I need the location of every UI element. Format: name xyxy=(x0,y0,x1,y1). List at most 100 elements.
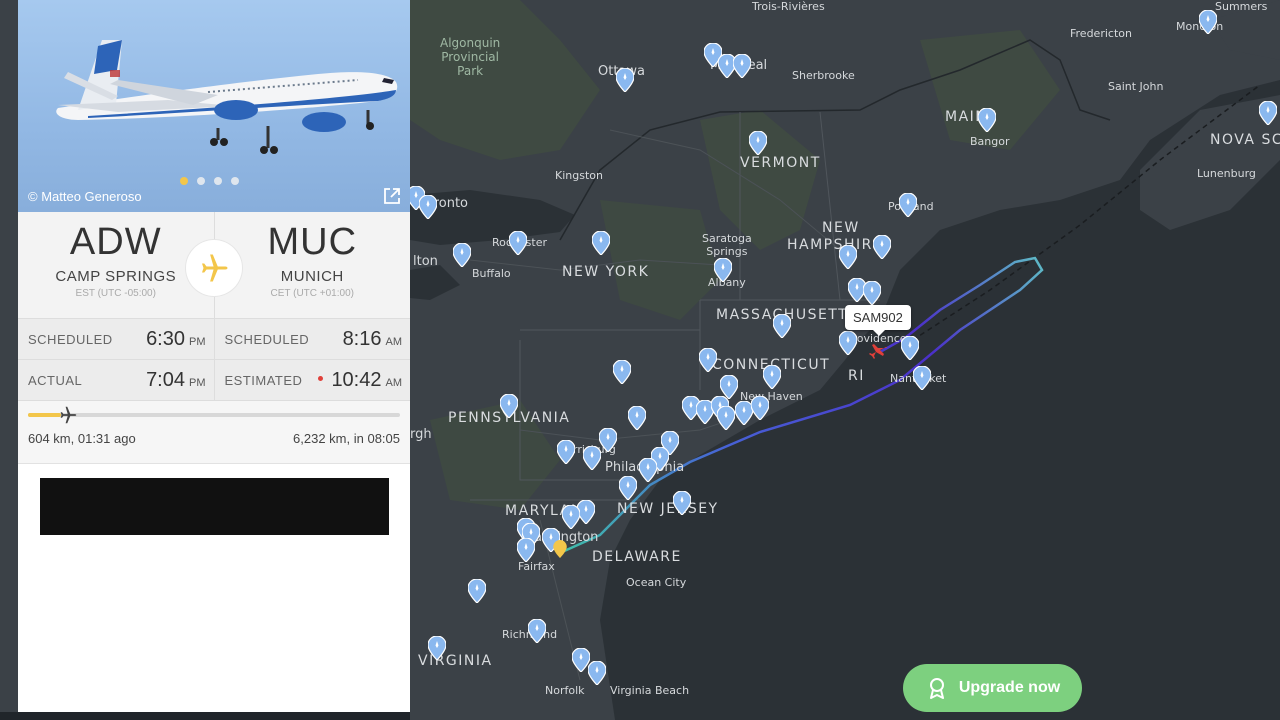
location-pin-icon[interactable] xyxy=(751,396,769,420)
carousel-dot-4[interactable] xyxy=(231,177,239,185)
map-label-lunenburg: Lunenburg xyxy=(1197,167,1256,180)
departure-scheduled-time: 6:30 xyxy=(146,327,185,350)
photo-carousel-dots[interactable] xyxy=(180,177,239,185)
map-label-norfolk: Norfolk xyxy=(545,684,585,697)
flight-times: SCHEDULED 6:30 PM SCHEDULED 8:16 AM ACTUAL… xyxy=(18,319,410,401)
location-pin-icon[interactable] xyxy=(428,636,446,660)
location-pin-icon[interactable] xyxy=(613,360,631,384)
upgrade-label: Upgrade now xyxy=(958,679,1061,696)
location-pin-icon[interactable] xyxy=(901,336,919,360)
upgrade-button[interactable]: Upgrade now xyxy=(903,664,1082,712)
route-summary: ADW CAMP SPRINGS EST (UTC -05:00) MUC MU… xyxy=(18,212,410,319)
map-label-virginia-beach: Virginia Beach xyxy=(610,684,690,697)
map-label-ri: RI xyxy=(848,368,865,384)
location-pin-icon[interactable] xyxy=(517,538,535,562)
location-pin-icon[interactable] xyxy=(509,231,527,255)
location-pin-icon[interactable] xyxy=(419,195,437,219)
flight-progress: 604 km, 01:31 ago 6,232 km, in 08:05 xyxy=(18,401,410,464)
departure-actual-ampm: PM xyxy=(189,376,206,389)
route-plane-badge xyxy=(186,240,242,296)
origin-code: ADW xyxy=(69,221,162,263)
map-label-new-jersey: NEW JERSEY xyxy=(617,501,719,517)
location-pin-icon[interactable] xyxy=(500,394,518,418)
location-pin-icon[interactable] xyxy=(899,193,917,217)
progress-plane-icon xyxy=(61,406,77,424)
map-label-algonquin: Algonquin Provincial Park xyxy=(440,36,501,78)
award-icon xyxy=(929,678,944,699)
arrival-scheduled-ampm: AM xyxy=(385,335,403,348)
location-pin-icon[interactable] xyxy=(453,243,471,267)
location-pin-icon[interactable] xyxy=(978,108,996,132)
location-pin-icon[interactable] xyxy=(528,619,546,643)
map-label-kingston: Kingston xyxy=(555,169,603,182)
arrival-estimated: ESTIMATED 10:42 AM xyxy=(213,360,410,400)
share-icon[interactable] xyxy=(382,186,402,206)
origin-city: CAMP SPRINGS xyxy=(55,268,177,285)
location-pin-icon[interactable] xyxy=(583,446,601,470)
location-pin-icon[interactable] xyxy=(699,348,717,372)
origin-pin-icon xyxy=(553,540,567,558)
location-pin-icon[interactable] xyxy=(839,245,857,269)
map-label-saint-john: Saint John xyxy=(1108,80,1164,93)
location-pin-icon[interactable] xyxy=(468,579,486,603)
destination-city: MUNICH xyxy=(280,268,344,285)
location-pin-icon[interactable] xyxy=(773,314,791,338)
location-pin-icon[interactable] xyxy=(619,476,637,500)
departure-actual-label: ACTUAL xyxy=(28,372,83,388)
arrival-scheduled-time: 8:16 xyxy=(342,327,382,350)
location-pin-icon[interactable] xyxy=(616,68,634,92)
map-label-buffalo: Buffalo xyxy=(472,267,511,280)
callsign-label[interactable]: SAM902 xyxy=(845,305,911,336)
location-pin-icon[interactable] xyxy=(913,366,931,390)
arrival-scheduled: SCHEDULED 8:16 AM xyxy=(213,319,410,359)
departure-scheduled-label: SCHEDULED xyxy=(28,331,113,347)
aircraft-icon[interactable] xyxy=(866,340,890,364)
location-pin-icon[interactable] xyxy=(557,440,575,464)
location-pin-icon[interactable] xyxy=(717,406,735,430)
delay-indicator xyxy=(318,375,324,381)
map-label-hamilton: lton xyxy=(413,254,438,269)
carousel-dot-2[interactable] xyxy=(197,177,205,185)
location-pin-icon[interactable] xyxy=(1199,10,1217,34)
departure-actual: ACTUAL 7:04 PM xyxy=(18,360,214,400)
carousel-dot-3[interactable] xyxy=(214,177,222,185)
location-pin-icon[interactable] xyxy=(673,491,691,515)
location-pin-icon[interactable] xyxy=(592,231,610,255)
destination-timezone: CET (UTC +01:00) xyxy=(270,288,354,299)
distance-remaining: 6,232 km, in 08:05 xyxy=(293,431,400,446)
departure-actual-time: 7:04 xyxy=(146,368,185,391)
map-label-fredericton: Fredericton xyxy=(1070,27,1132,40)
destination-block[interactable]: MUC MUNICH CET (UTC +01:00) xyxy=(213,212,411,318)
map-label-nova-scotia: NOVA SC xyxy=(1210,132,1280,148)
map-label-summerside: Summers xyxy=(1215,0,1268,13)
bottom-toolbar-strip xyxy=(0,712,410,720)
arrival-estimated-ampm: AM xyxy=(385,376,403,389)
location-pin-icon[interactable] xyxy=(763,365,781,389)
location-pin-icon[interactable] xyxy=(562,505,580,529)
destination-code: MUC xyxy=(267,221,358,263)
arrival-estimated-label: ESTIMATED xyxy=(224,372,303,388)
map-label-pittsburgh: rgh xyxy=(410,427,432,442)
arrival-estimated-time: 10:42 xyxy=(331,368,382,391)
map-label-trois-rivieres: Trois-Rivières xyxy=(752,0,825,13)
location-pin-icon[interactable] xyxy=(714,258,732,282)
location-pin-icon[interactable] xyxy=(873,235,891,259)
location-pin-icon[interactable] xyxy=(628,406,646,430)
map-label-saratoga: Saratoga Springs xyxy=(702,232,752,258)
flight-panel: © Matteo Generoso ADW CAMP SPRINGS EST (… xyxy=(18,0,410,712)
map-label-sherbrooke: Sherbrooke xyxy=(792,69,855,82)
location-pin-icon[interactable] xyxy=(839,331,857,355)
departure-scheduled-ampm: PM xyxy=(189,335,206,348)
location-pin-icon[interactable] xyxy=(599,428,617,452)
origin-block[interactable]: ADW CAMP SPRINGS EST (UTC -05:00) xyxy=(18,212,214,318)
aircraft-photo[interactable]: © Matteo Generoso xyxy=(18,0,410,212)
carousel-dot-1[interactable] xyxy=(180,177,188,185)
location-pin-icon[interactable] xyxy=(733,54,751,78)
plane-icon xyxy=(202,254,228,282)
location-pin-icon[interactable] xyxy=(863,281,881,305)
location-pin-icon[interactable] xyxy=(1259,101,1277,125)
arrival-scheduled-label: SCHEDULED xyxy=(224,331,310,347)
location-pin-icon[interactable] xyxy=(639,458,657,482)
location-pin-icon[interactable] xyxy=(749,131,767,155)
location-pin-icon[interactable] xyxy=(588,661,606,685)
